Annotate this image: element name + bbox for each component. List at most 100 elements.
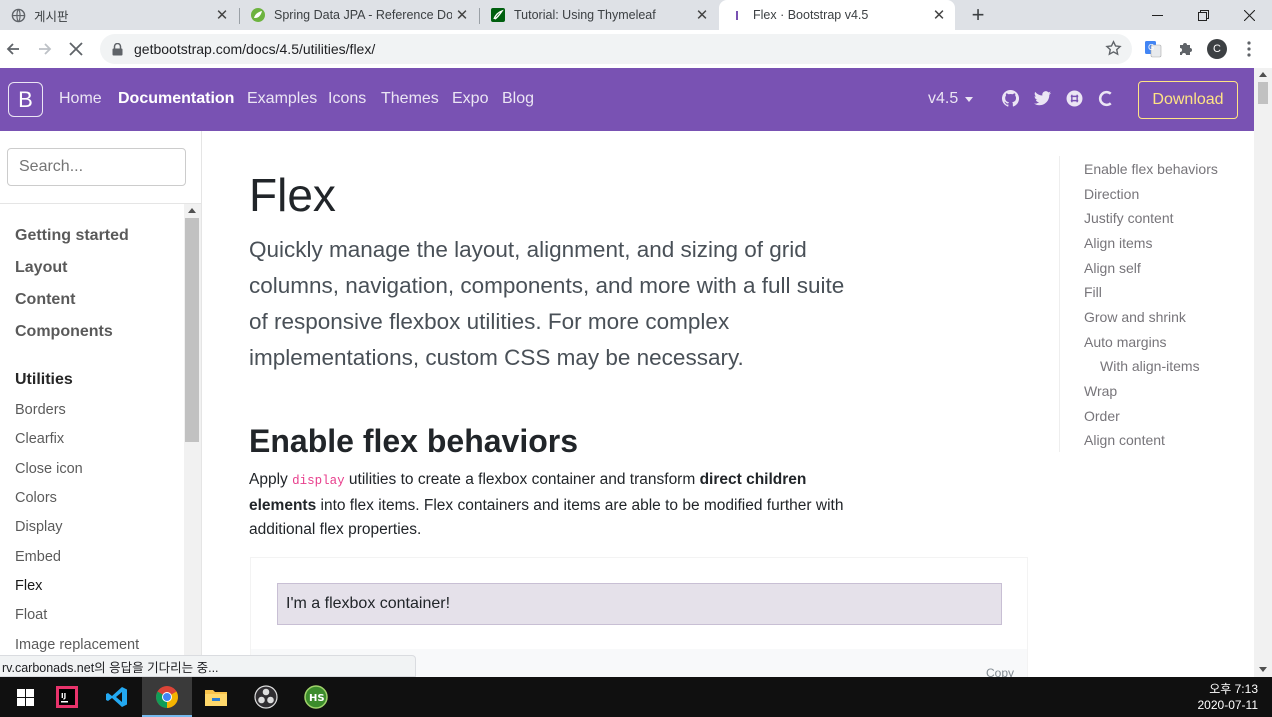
nav-link-expo[interactable]: Expo [452,90,488,108]
svg-text:G: G [1148,43,1154,52]
chrome-icon[interactable] [142,677,192,717]
caret-down-icon [965,97,973,102]
sidebar-item-flex[interactable]: Flex [15,578,42,594]
nav-link-examples[interactable]: Examples [247,90,317,108]
paragraph-text: utilities to create a flexbox container … [344,471,700,488]
page-lead: Quickly manage the layout, alignment, an… [249,237,845,370]
slack-icon[interactable] [1065,89,1083,107]
section-paragraph: Apply display utilities to create a flex… [249,468,874,543]
kebab-menu-icon[interactable] [1238,38,1260,60]
nav-link-blog[interactable]: Blog [502,90,534,108]
sidebar-item-close-icon[interactable]: Close icon [15,461,83,477]
lock-icon[interactable] [112,42,124,56]
close-icon[interactable]: ✕ [929,5,949,25]
tab-title: 게시판 [34,9,69,24]
version-dropdown[interactable]: v4.5 [928,90,958,108]
tab-title: Tutorial: Using Thymeleaf [514,8,656,22]
tab-spring-data-jpa[interactable]: Spring Data JPA - Reference Do ✕ [240,0,478,30]
close-icon[interactable]: ✕ [692,5,712,25]
obs-icon[interactable] [241,677,291,717]
search-input[interactable] [7,148,186,186]
toc-link-direction[interactable]: Direction [1084,186,1139,202]
nav-link-icons[interactable]: Icons [328,90,366,108]
toc-link-fill[interactable]: Fill [1084,284,1102,300]
sidebar-item-float[interactable]: Float [15,607,47,623]
paragraph-text: into flex items. Flex containers and ite… [249,496,844,539]
google-translate-icon[interactable]: G [1142,38,1164,60]
url-text[interactable]: getbootstrap.com/docs/4.5/utilities/flex… [134,41,375,57]
address-bar[interactable]: getbootstrap.com/docs/4.5/utilities/flex… [100,34,1132,64]
toc-link-auto-margins[interactable]: Auto margins [1084,334,1166,350]
intellij-icon[interactable]: IJ [42,677,92,717]
toc-link-with-align-items[interactable]: With align-items [1100,358,1200,374]
sidebar-scrollbar[interactable] [184,204,201,677]
toc-link-align-self[interactable]: Align self [1084,260,1141,276]
thymeleaf-icon [490,7,506,23]
sidebar-item-clearfix[interactable]: Clearfix [15,431,64,447]
globe-icon [10,7,26,23]
system-clock[interactable]: 오후 7:13 2020-07-11 [1198,681,1259,713]
toc-link-wrap[interactable]: Wrap [1084,383,1117,399]
clock-date: 2020-07-11 [1197,698,1259,712]
tab-board[interactable]: 게시판 ✕ [0,0,238,30]
forward-button[interactable] [32,36,58,62]
bootstrap-logo[interactable]: B [8,82,43,117]
sidebar-item-display[interactable]: Display [15,519,63,535]
vscode-icon[interactable] [92,677,142,717]
download-button[interactable]: Download [1138,81,1238,119]
inline-code-display: display [292,474,345,488]
scroll-up-icon[interactable] [188,208,196,213]
section-heading-enable-flex: Enable flex behaviors [249,423,579,459]
restore-button[interactable] [1180,0,1226,30]
close-icon[interactable]: ✕ [212,5,232,25]
sidebar-group-layout[interactable]: Layout [15,259,67,277]
sidebar-divider [0,203,201,204]
table-of-contents: Enable flex behaviors Direction Justify … [1059,156,1249,452]
file-explorer-icon[interactable] [191,677,241,717]
flexbox-demo: I'm a flexbox container! [277,583,1002,625]
sidebar-item-borders[interactable]: Borders [15,402,66,418]
stop-loading-button[interactable] [63,36,89,62]
scrollbar-thumb[interactable] [1258,82,1268,104]
sidebar-group-utilities[interactable]: Utilities [15,371,73,389]
bootstrap-navbar: B Home Documentation Examples Icons Them… [0,68,1254,131]
docs-sidebar: Getting started Layout Content Component… [0,131,202,677]
sidebar-group-getting-started[interactable]: Getting started [15,227,129,245]
close-icon[interactable]: ✕ [452,5,472,25]
extensions-puzzle-icon[interactable] [1174,38,1196,60]
sidebar-group-content[interactable]: Content [15,291,75,309]
nav-link-home[interactable]: Home [59,90,102,108]
sidebar-group-components[interactable]: Components [15,323,113,341]
scroll-up-icon[interactable] [1259,72,1267,77]
bootstrap-icon [729,7,745,23]
toc-link-grow-and-shrink[interactable]: Grow and shrink [1084,309,1186,325]
minimize-button[interactable] [1134,0,1180,30]
twitter-icon[interactable] [1033,89,1051,107]
heidisql-icon[interactable]: HS [291,677,341,717]
nav-link-themes[interactable]: Themes [381,90,439,108]
profile-avatar[interactable]: C [1207,39,1227,59]
tab-title: Flex · Bootstrap v4.5 [753,8,869,22]
opencollective-icon[interactable] [1097,89,1115,107]
back-button[interactable] [0,36,26,62]
sidebar-item-image-replacement[interactable]: Image replacement [15,637,139,653]
toc-link-align-items[interactable]: Align items [1084,235,1152,251]
toc-link-align-content[interactable]: Align content [1084,432,1165,448]
scrollbar-thumb[interactable] [185,218,199,442]
bookmark-star-icon[interactable] [1105,40,1122,62]
sidebar-item-colors[interactable]: Colors [15,490,57,506]
page-scrollbar[interactable] [1254,68,1272,677]
clock-time: 오후 7:13 [1209,682,1258,696]
nav-link-documentation[interactable]: Documentation [118,90,234,108]
new-tab-button[interactable]: + [966,2,990,27]
scroll-down-icon[interactable] [1259,667,1267,672]
toc-link-order[interactable]: Order [1084,408,1120,424]
toc-link-enable-flex-behaviors[interactable]: Enable flex behaviors [1084,161,1218,177]
close-window-button[interactable] [1226,0,1272,30]
sidebar-item-embed[interactable]: Embed [15,549,61,565]
toc-link-justify-content[interactable]: Justify content [1084,210,1174,226]
tab-thymeleaf[interactable]: Tutorial: Using Thymeleaf ✕ [480,0,718,30]
windows-taskbar: IJ HS 오후 7:13 2020-07-11 [0,677,1272,717]
tab-bootstrap-flex[interactable]: Flex · Bootstrap v4.5 ✕ [719,0,955,30]
github-icon[interactable] [1001,89,1019,107]
